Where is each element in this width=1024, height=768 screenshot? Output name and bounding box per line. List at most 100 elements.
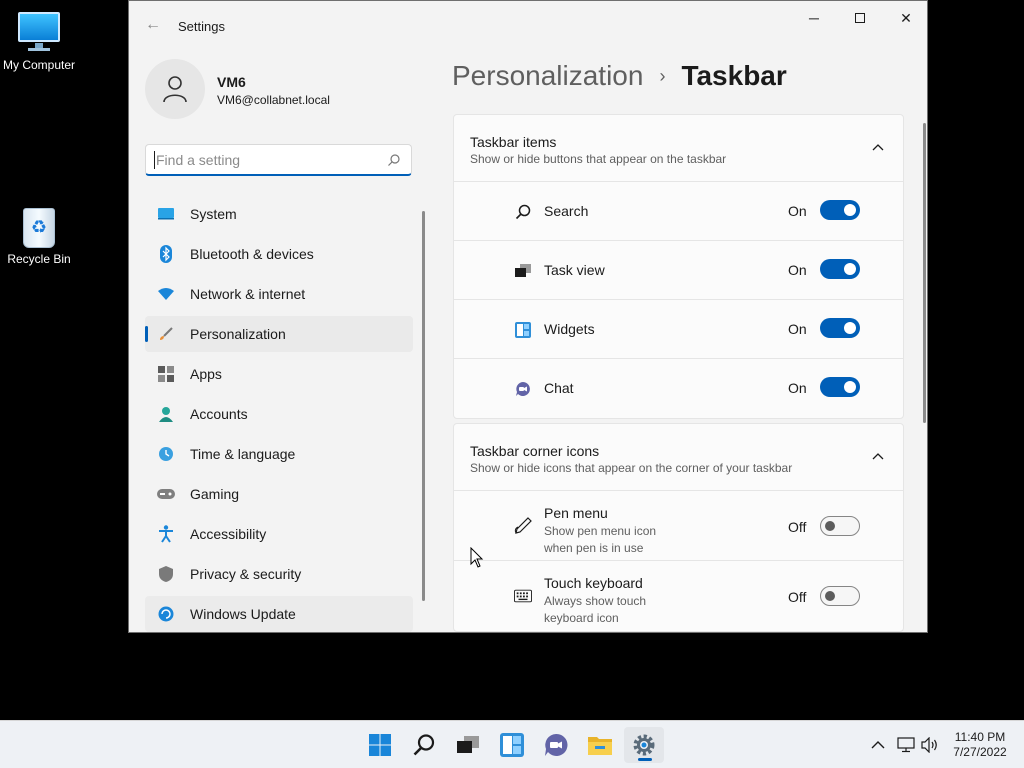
sidebar-item-accounts[interactable]: Accounts — [145, 396, 413, 432]
taskbar-items-header[interactable]: Taskbar items Show or hide buttons that … — [454, 115, 903, 182]
close-button[interactable]: ✕ — [883, 1, 927, 35]
corner-icons-header[interactable]: Taskbar corner icons Show or hide icons … — [454, 424, 903, 491]
clock-globe-icon — [157, 445, 175, 463]
sidebar-item-personalization[interactable]: Personalization — [145, 316, 413, 352]
sidebar-item-label: Accounts — [190, 406, 248, 422]
sidebar-item-label: Accessibility — [190, 526, 267, 542]
touch-keyboard-toggle[interactable] — [820, 586, 860, 606]
taskbar-task-view-button[interactable] — [448, 727, 488, 763]
breadcrumb: Personalization › Taskbar — [452, 60, 787, 92]
setting-description: Show pen menu icon when pen is in use — [544, 524, 657, 555]
setting-row-pen-menu: Pen menu Show pen menu icon when pen is … — [454, 491, 903, 561]
content-scrollbar[interactable] — [923, 123, 926, 423]
clock-time: 11:40 PM — [954, 730, 1006, 744]
sidebar-scrollbar[interactable] — [422, 211, 425, 601]
sidebar-item-label: Apps — [190, 366, 222, 382]
pen-menu-toggle[interactable] — [820, 516, 860, 536]
sidebar-item-accessibility[interactable]: Accessibility — [145, 516, 413, 552]
task-view-icon — [514, 262, 532, 280]
corner-icons-card: Taskbar corner icons Show or hide icons … — [453, 423, 904, 632]
minimize-button[interactable]: ─ — [791, 1, 837, 35]
chevron-up-icon — [871, 741, 885, 749]
title-bar[interactable]: ← Settings ─ ✕ — [129, 1, 927, 51]
network-status-button[interactable] — [896, 735, 916, 755]
system-taskbar: 11:40 PM 7/27/2022 — [0, 720, 1024, 768]
section-title: Taskbar items — [470, 134, 557, 150]
back-arrow-icon[interactable]: ← — [143, 15, 163, 35]
accessibility-icon — [157, 525, 175, 543]
sidebar-item-label: Privacy & security — [190, 566, 302, 582]
desktop-icon-label: Recycle Bin — [7, 252, 71, 266]
setting-label: Touch keyboard — [544, 575, 643, 591]
desktop-icon-my-computer[interactable]: My Computer — [0, 10, 79, 72]
section-subtitle: Show or hide buttons that appear on the … — [470, 152, 727, 166]
system-clock[interactable]: 11:40 PM 7/27/2022 — [948, 730, 1012, 760]
breadcrumb-parent[interactable]: Personalization — [452, 60, 643, 92]
bluetooth-icon — [157, 245, 175, 263]
taskbar-chat-button[interactable] — [536, 727, 576, 763]
page-title: Taskbar — [681, 60, 787, 91]
chevron-up-icon[interactable] — [869, 139, 887, 157]
sidebar-item-windows-update[interactable]: Windows Update — [145, 596, 413, 632]
settings-window: ← Settings ─ ✕ VM6 VM6@collabnet.local S… — [128, 0, 928, 633]
setting-row-widgets: Widgets On — [454, 300, 903, 359]
setting-row-search: Search On — [454, 182, 903, 241]
setting-description: Always show touch keyboard icon — [544, 594, 647, 625]
search-toggle[interactable] — [820, 200, 860, 220]
sidebar-item-apps[interactable]: Apps — [145, 356, 413, 392]
setting-label: Widgets — [544, 321, 595, 337]
taskbar-file-explorer-button[interactable] — [580, 727, 620, 763]
sidebar-item-label: Windows Update — [190, 606, 296, 622]
wifi-icon — [157, 285, 175, 303]
sidebar-item-label: Network & internet — [190, 286, 306, 302]
chat-toggle[interactable] — [820, 377, 860, 397]
chat-icon — [545, 733, 568, 756]
profile-name: VM6 — [217, 74, 246, 90]
sidebar-item-gaming[interactable]: Gaming — [145, 476, 413, 512]
sidebar-item-label: Bluetooth & devices — [190, 246, 314, 262]
toggle-state-text: Off — [788, 519, 807, 535]
taskbar-widgets-button[interactable] — [492, 727, 532, 763]
chat-icon — [514, 380, 532, 398]
sidebar-item-time-language[interactable]: Time & language — [145, 436, 413, 472]
sidebar-item-label: Gaming — [190, 486, 240, 502]
sidebar-item-network[interactable]: Network & internet — [145, 276, 413, 312]
sidebar-item-label: Personalization — [190, 326, 286, 342]
start-icon — [369, 734, 391, 756]
show-hidden-icons-button[interactable] — [868, 735, 888, 755]
sidebar-item-privacy[interactable]: Privacy & security — [145, 556, 413, 592]
start-button[interactable] — [360, 727, 400, 763]
chevron-up-icon[interactable] — [869, 448, 887, 466]
toggle-state-text: On — [788, 380, 807, 396]
taskbar-search-button[interactable] — [404, 727, 444, 763]
widgets-icon — [500, 733, 524, 757]
maximize-button[interactable] — [837, 1, 883, 35]
setting-row-chat: Chat On — [454, 359, 903, 418]
keyboard-icon — [514, 587, 532, 605]
toggle-state-text: On — [788, 203, 807, 219]
sidebar-item-bluetooth[interactable]: Bluetooth & devices — [145, 236, 413, 272]
setting-label: Search — [544, 203, 589, 219]
taskbar-settings-button[interactable] — [624, 727, 664, 763]
search-icon[interactable] — [387, 153, 401, 167]
toggle-state-text: On — [788, 321, 807, 337]
search-box[interactable] — [145, 144, 412, 176]
task-view-toggle[interactable] — [820, 259, 860, 279]
settings-content: Taskbar items Show or hide buttons that … — [453, 114, 904, 632]
window-title: Settings — [178, 19, 225, 34]
search-input[interactable] — [154, 151, 379, 169]
sidebar-item-system[interactable]: System — [145, 196, 413, 232]
file-explorer-icon — [588, 737, 612, 755]
brush-icon — [157, 325, 175, 343]
chevron-right-icon: › — [659, 65, 666, 86]
desktop-icon-recycle-bin[interactable]: ♻ Recycle Bin — [0, 204, 79, 266]
shield-icon — [157, 565, 175, 583]
mouse-cursor-icon — [470, 547, 484, 568]
user-profile[interactable]: VM6 VM6@collabnet.local — [145, 59, 415, 119]
volume-button[interactable] — [920, 735, 940, 755]
monitor-icon — [157, 205, 175, 223]
toggle-state-text: Off — [788, 589, 807, 605]
clock-date: 7/27/2022 — [953, 745, 1007, 759]
widgets-toggle[interactable] — [820, 318, 860, 338]
search-icon — [413, 734, 435, 756]
